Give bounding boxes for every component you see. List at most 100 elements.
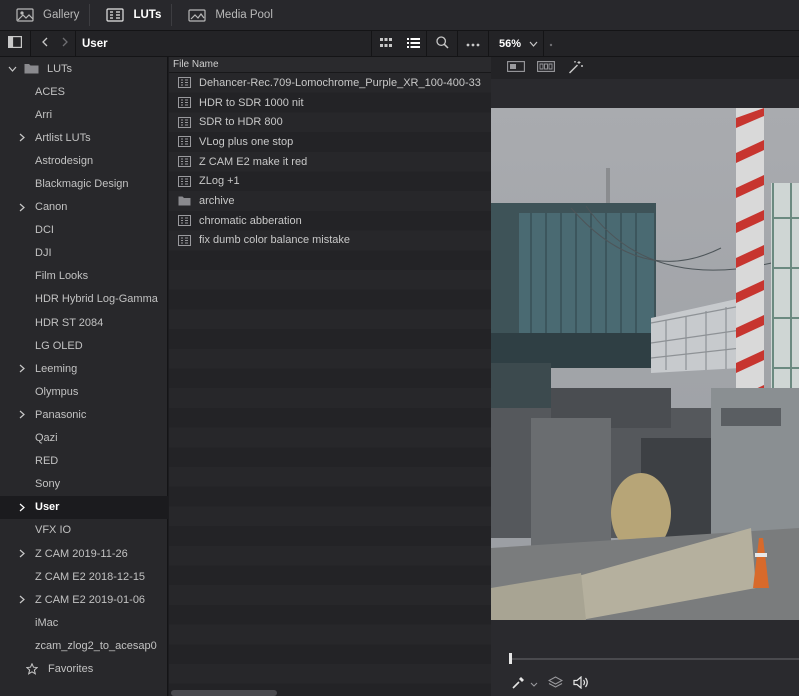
filmstrip-icon bbox=[537, 61, 555, 75]
lut-file-icon bbox=[178, 215, 191, 227]
file-name: HDR to SDR 1000 nit bbox=[199, 96, 304, 109]
tree-item[interactable]: DCI bbox=[0, 219, 168, 242]
chevron-down-icon[interactable] bbox=[8, 66, 18, 72]
tab-gallery[interactable]: Gallery bbox=[0, 0, 89, 31]
zoom-dropdown[interactable]: 56% bbox=[489, 31, 543, 57]
tree-item-label: LG OLED bbox=[35, 339, 83, 352]
search-icon bbox=[435, 36, 449, 52]
playhead[interactable] bbox=[509, 653, 512, 664]
tree-item[interactable]: Z CAM E2 2019-01-06 bbox=[0, 588, 168, 611]
lut-file-icon bbox=[178, 77, 191, 89]
split-viewer-button[interactable] bbox=[531, 57, 561, 79]
toggle-sidebar-button[interactable] bbox=[0, 31, 30, 57]
single-viewer-button[interactable] bbox=[501, 57, 531, 79]
lut-file-icon bbox=[178, 136, 191, 148]
lut-file-icon bbox=[178, 156, 191, 168]
layers-button[interactable] bbox=[541, 671, 569, 696]
tree-item[interactable]: HDR ST 2084 bbox=[0, 311, 168, 334]
tree-item-label: Film Looks bbox=[35, 270, 89, 283]
tree-item[interactable]: Artlist LUTs bbox=[0, 126, 168, 149]
tree-item[interactable]: Olympus bbox=[0, 380, 168, 403]
lut-file-row[interactable]: Z CAM E2 make it red bbox=[169, 152, 491, 172]
forward-button[interactable] bbox=[55, 31, 75, 57]
chevron-right-icon[interactable] bbox=[15, 503, 29, 512]
tree-item[interactable]: VFX IO bbox=[0, 519, 168, 542]
lut-folder-tree: LUTs ACES Arri Artlist LUTs Astrodesign Blac… bbox=[0, 57, 168, 696]
volume-button[interactable] bbox=[569, 671, 593, 696]
lut-file-row[interactable]: SDR to HDR 800 bbox=[169, 112, 491, 132]
chevron-right-icon[interactable] bbox=[15, 364, 29, 373]
tree-item[interactable]: iMac bbox=[0, 611, 168, 634]
tree-item[interactable]: zcam_zlog2_to_acesap0 bbox=[0, 634, 168, 657]
list-view-button[interactable] bbox=[400, 31, 426, 57]
tree-item[interactable]: Qazi bbox=[0, 427, 168, 450]
tree-item[interactable]: Leeming bbox=[0, 357, 168, 380]
tree-item[interactable]: ACES bbox=[0, 80, 168, 103]
browser-toolbar: User 56% bbox=[0, 30, 799, 57]
folder-icon bbox=[24, 63, 39, 74]
grid-icon bbox=[380, 37, 392, 51]
back-button[interactable] bbox=[35, 31, 55, 57]
magic-wand-button[interactable] bbox=[561, 57, 591, 79]
video-frame[interactable] bbox=[491, 108, 799, 620]
tree-item-label: Leeming bbox=[35, 362, 78, 375]
tab-luts[interactable]: LUTs bbox=[90, 0, 171, 31]
lut-file-row[interactable]: Dehancer-Rec.709-Lomochrome_Purple_XR_10… bbox=[169, 73, 491, 93]
search-button[interactable] bbox=[427, 31, 457, 57]
tree-item-label: Canon bbox=[35, 201, 68, 213]
chevron-right-icon[interactable] bbox=[15, 549, 29, 558]
tree-item[interactable]: Z CAM E2 2018-12-15 bbox=[0, 565, 168, 588]
eyedropper-button[interactable] bbox=[509, 671, 527, 696]
tree-item[interactable]: Z CAM 2019-11-26 bbox=[0, 542, 168, 565]
lut-file-row[interactable]: fix dumb color balance mistake bbox=[169, 231, 491, 251]
file-name: Dehancer-Rec.709-Lomochrome_Purple_XR_10… bbox=[199, 76, 481, 89]
file-name: SDR to HDR 800 bbox=[199, 116, 283, 129]
eyedropper-mode-dropdown[interactable] bbox=[527, 671, 541, 696]
file-name: fix dumb color balance mistake bbox=[199, 234, 351, 247]
tree-item[interactable]: HDR Hybrid Log-Gamma bbox=[0, 288, 168, 311]
file-name: VLog plus one stop bbox=[199, 135, 294, 148]
tree-item[interactable]: Astrodesign bbox=[0, 149, 168, 172]
tree-item[interactable]: Blackmagic Design bbox=[0, 172, 168, 195]
column-header-file-name[interactable]: File Name bbox=[169, 57, 491, 73]
folder-icon bbox=[178, 196, 191, 207]
lut-file-row[interactable]: HDR to SDR 1000 nit bbox=[169, 93, 491, 113]
tree-item-label: VFX IO bbox=[35, 524, 72, 537]
chevron-left-icon bbox=[41, 37, 49, 50]
chevron-right-icon[interactable] bbox=[15, 203, 29, 212]
chevron-right-icon[interactable] bbox=[15, 595, 29, 604]
favorites-item[interactable]: Favorites bbox=[0, 657, 168, 680]
lut-file-row[interactable]: chromatic abberation bbox=[169, 211, 491, 231]
file-rows: Dehancer-Rec.709-Lomochrome_Purple_XR_10… bbox=[169, 73, 491, 696]
tree-item-label: Z CAM E2 2019-01-06 bbox=[35, 593, 146, 606]
tab-media-pool[interactable]: Media Pool bbox=[172, 0, 283, 31]
thumbnail-view-button[interactable] bbox=[372, 31, 400, 57]
tree-item[interactable]: Arri bbox=[0, 103, 168, 126]
speaker-icon bbox=[573, 675, 589, 692]
tree-item[interactable]: Sony bbox=[0, 473, 168, 496]
tree-item[interactable]: Film Looks bbox=[0, 265, 168, 288]
tree-item[interactable]: Canon bbox=[0, 196, 168, 219]
tree-item[interactable]: RED bbox=[0, 450, 168, 473]
tree-item-label: Panasonic bbox=[35, 408, 87, 421]
tree-item[interactable]: LG OLED bbox=[0, 334, 168, 357]
more-options-button[interactable] bbox=[458, 31, 488, 57]
file-name: archive bbox=[199, 195, 235, 208]
tree-item[interactable]: DJI bbox=[0, 242, 168, 265]
tree-root-luts[interactable]: LUTs bbox=[0, 57, 168, 80]
layers-icon bbox=[547, 676, 563, 692]
lut-file-row[interactable]: ZLog +1 bbox=[169, 172, 491, 192]
tree-item[interactable]: Panasonic bbox=[0, 403, 168, 426]
chevron-right-icon[interactable] bbox=[15, 133, 29, 142]
eyedropper-icon bbox=[511, 676, 525, 693]
tree-item[interactable]: User bbox=[0, 495, 168, 519]
chevron-down-icon bbox=[530, 678, 538, 690]
star-icon bbox=[26, 662, 38, 675]
scrubber-track[interactable] bbox=[509, 658, 799, 660]
chevron-right-icon[interactable] bbox=[15, 410, 29, 419]
viewer-options-indicator[interactable] bbox=[544, 31, 558, 57]
lut-file-row[interactable]: VLog plus one stop bbox=[169, 132, 491, 152]
horizontal-scrollbar[interactable] bbox=[171, 690, 277, 696]
current-folder-title: User bbox=[82, 37, 108, 50]
folder-row[interactable]: archive bbox=[169, 191, 491, 211]
